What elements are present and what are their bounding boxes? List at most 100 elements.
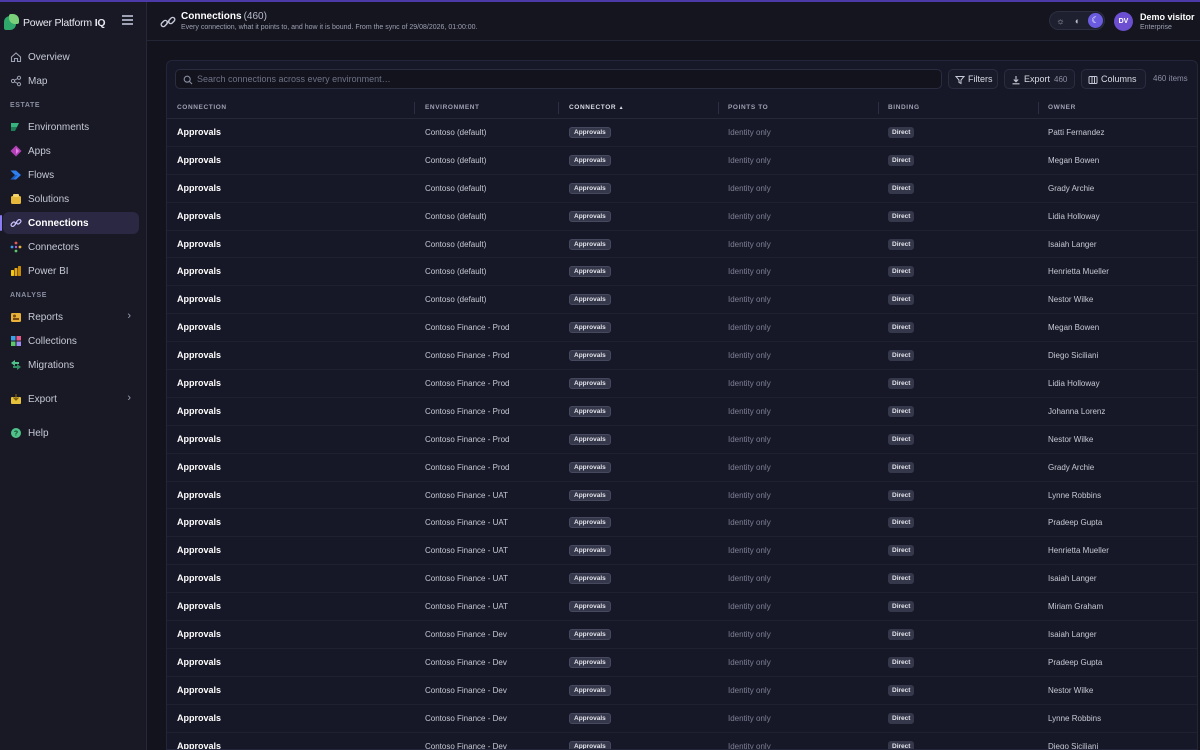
connection-name[interactable]: Approvals	[177, 434, 221, 444]
column-divider[interactable]	[414, 102, 415, 114]
search-input[interactable]: Search connections across every environm…	[175, 69, 942, 89]
table-row[interactable]: Approvals Contoso (default) Approvals Ident…	[167, 231, 1197, 259]
table-row[interactable]: Approvals Contoso Finance - Dev Approvals I…	[167, 705, 1197, 733]
sidebar-item-overview[interactable]: Overview	[3, 46, 139, 68]
columns-button[interactable]: Columns	[1081, 69, 1146, 89]
connection-name[interactable]: Approvals	[177, 573, 221, 583]
home-icon	[10, 52, 22, 63]
moon-icon[interactable]: ☾	[1088, 13, 1103, 28]
connection-name[interactable]: Approvals	[177, 629, 221, 639]
points-to-value: Identity only	[728, 574, 771, 584]
table-row[interactable]: Approvals Contoso (default) Approvals Ident…	[167, 258, 1197, 287]
owner-name: Nestor Wilke	[1048, 434, 1094, 444]
connection-name[interactable]: Approvals	[177, 155, 221, 165]
connection-name[interactable]: Approvals	[177, 462, 221, 472]
user-name[interactable]: Demo visitor	[1140, 12, 1195, 22]
brand[interactable]: Power Platform IQ	[4, 12, 106, 34]
connection-name[interactable]: Approvals	[177, 239, 221, 249]
connection-name[interactable]: Approvals	[177, 211, 221, 221]
connector-badge: Approvals	[569, 210, 611, 222]
connections-panel: Search connections across every environm…	[166, 60, 1198, 750]
sidebar-item-label: Overview	[28, 51, 70, 63]
table-row[interactable]: Approvals Contoso Finance - UAT Approvals I…	[167, 565, 1197, 594]
column-header-points-to[interactable]: POINTS TO	[728, 104, 768, 111]
export-icon	[11, 394, 21, 404]
table-row[interactable]: Approvals Contoso Finance - Dev Approvals I…	[167, 677, 1197, 705]
column-header-connector[interactable]: CONNECTOR ▲	[569, 104, 624, 111]
sidebar-item-solutions[interactable]: Solutions	[3, 188, 139, 210]
sidebar-item-collections[interactable]: Collections	[3, 330, 139, 352]
table-row[interactable]: Approvals Contoso Finance - Dev Approvals I…	[167, 733, 1197, 749]
export-button[interactable]: Export 460	[1004, 69, 1075, 89]
binding-badge: Direct	[888, 517, 915, 529]
sidebar-item-migrations[interactable]: Migrations	[3, 354, 139, 376]
connector-badge: Approvals	[569, 517, 611, 529]
connection-name[interactable]: Approvals	[177, 294, 221, 304]
filters-button[interactable]: Filters	[948, 69, 998, 89]
table-row[interactable]: Approvals Contoso (default) Approvals Ident…	[167, 147, 1197, 175]
connection-name[interactable]: Approvals	[177, 127, 221, 137]
connection-name[interactable]: Approvals	[177, 266, 221, 276]
column-header-owner[interactable]: OWNER	[1048, 104, 1076, 111]
sun-icon[interactable]: ☼	[1053, 13, 1068, 28]
sidebar-item-label: Environments	[28, 121, 90, 133]
menu-toggle-icon[interactable]	[122, 15, 133, 25]
owner-name: Isaiah Langer	[1048, 630, 1097, 640]
flows-icon	[10, 170, 21, 180]
connection-name[interactable]: Approvals	[177, 657, 221, 667]
sidebar-item-powerbi[interactable]: Power BI	[3, 260, 139, 282]
connection-name[interactable]: Approvals	[177, 601, 221, 611]
sidebar-item-connectors[interactable]: Connectors	[3, 236, 139, 258]
table-row[interactable]: Approvals Contoso Finance - Prod Approvals…	[167, 370, 1197, 398]
connection-name[interactable]: Approvals	[177, 183, 221, 193]
column-divider[interactable]	[1038, 102, 1039, 114]
sidebar-item-help[interactable]: ? Help	[3, 422, 139, 444]
table-row[interactable]: Approvals Contoso Finance - Prod Approvals…	[167, 426, 1197, 454]
connection-name[interactable]: Approvals	[177, 378, 221, 388]
sidebar-item-reports[interactable]: Reports ›	[3, 306, 139, 328]
connection-name[interactable]: Approvals	[177, 406, 221, 416]
sidebar-item-label: Apps	[28, 145, 51, 157]
connection-name[interactable]: Approvals	[177, 741, 221, 749]
sidebar-item-map[interactable]: Map	[3, 70, 139, 92]
environment-name: Contoso Finance - Prod	[425, 323, 510, 333]
table-row[interactable]: Approvals Contoso Finance - Dev Approvals I…	[167, 649, 1197, 677]
table-row[interactable]: Approvals Contoso Finance - Prod Approvals…	[167, 314, 1197, 343]
connection-name[interactable]: Approvals	[177, 322, 221, 332]
table-row[interactable]: Approvals Contoso (default) Approvals Ident…	[167, 175, 1197, 203]
binding-badge: Direct	[888, 573, 915, 585]
avatar[interactable]: DV	[1114, 12, 1133, 31]
table-row[interactable]: Approvals Contoso Finance - UAT Approvals I…	[167, 482, 1197, 510]
environment-name: Contoso (default)	[425, 128, 487, 137]
column-divider[interactable]	[878, 102, 879, 114]
table-row[interactable]: Approvals Contoso (default) Approvals Ident…	[167, 119, 1197, 147]
table-row[interactable]: Approvals Contoso Finance - UAT Approvals I…	[167, 537, 1197, 566]
sidebar-item-environments[interactable]: Environments	[3, 116, 139, 138]
sidebar-item-connections[interactable]: Connections	[0, 212, 139, 234]
connection-name[interactable]: Approvals	[177, 490, 221, 500]
table-row[interactable]: Approvals Contoso Finance - Prod Approvals…	[167, 398, 1197, 426]
table-row[interactable]: Approvals Contoso (default) Approvals Ident…	[167, 203, 1197, 231]
connection-name[interactable]: Approvals	[177, 545, 221, 555]
sidebar-item-export[interactable]: Export ›	[3, 388, 139, 410]
sidebar-item-flows[interactable]: Flows	[3, 164, 139, 186]
table-row[interactable]: Approvals Contoso Finance - Prod Approvals…	[167, 342, 1197, 371]
column-header-binding[interactable]: BINDING	[888, 104, 920, 111]
table-row[interactable]: Approvals Contoso Finance - Dev Approvals I…	[167, 621, 1197, 649]
column-divider[interactable]	[718, 102, 719, 114]
contrast-icon[interactable]: ◐	[1070, 13, 1085, 28]
connection-name[interactable]: Approvals	[177, 713, 221, 723]
items-count: 460 items	[1153, 74, 1188, 83]
table-row[interactable]: Approvals Contoso Finance - Prod Approvals…	[167, 454, 1197, 482]
connection-name[interactable]: Approvals	[177, 350, 221, 360]
column-header-connection[interactable]: CONNECTION	[177, 104, 227, 111]
table-row[interactable]: Approvals Contoso Finance - UAT Approvals I…	[167, 509, 1197, 538]
column-header-environment[interactable]: ENVIRONMENT	[425, 104, 480, 111]
table-row[interactable]: Approvals Contoso (default) Approvals Ident…	[167, 286, 1197, 315]
column-divider[interactable]	[558, 102, 559, 114]
environment-name: Contoso Finance - UAT	[425, 574, 508, 584]
connection-name[interactable]: Approvals	[177, 685, 221, 695]
table-row[interactable]: Approvals Contoso Finance - UAT Approvals I…	[167, 593, 1197, 622]
sidebar-item-apps[interactable]: Apps	[3, 140, 139, 162]
connection-name[interactable]: Approvals	[177, 517, 221, 527]
